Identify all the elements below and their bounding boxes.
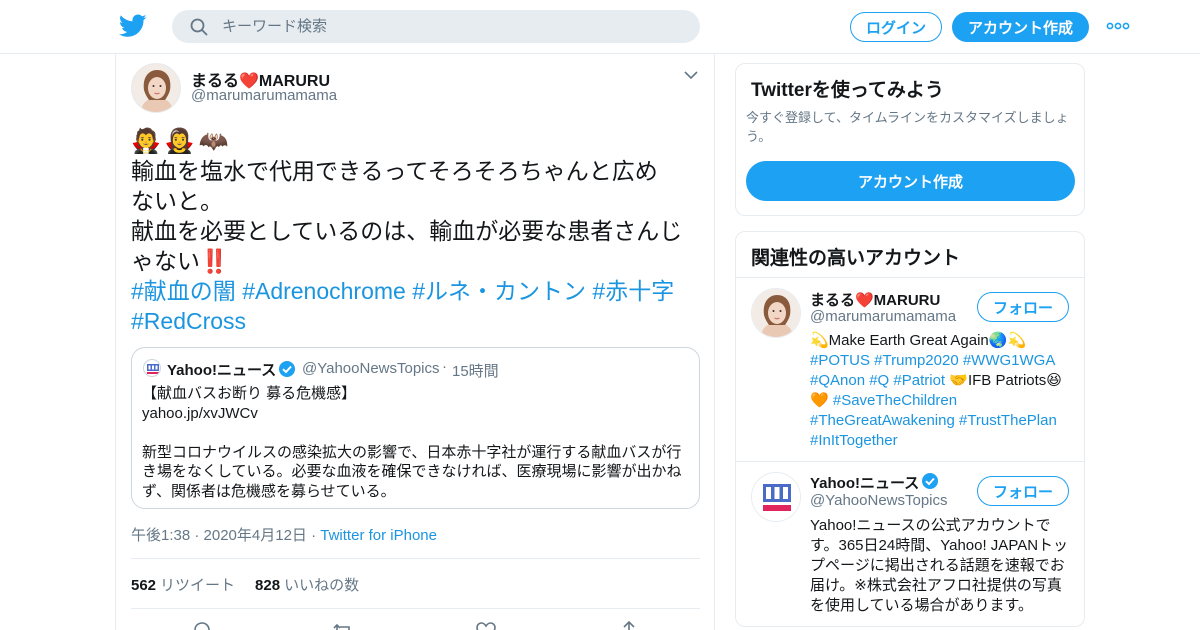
bio-line: プページに掲出される話題を速報でお [810, 557, 1065, 574]
bio-hashtags[interactable]: #POTUS #Trump2020 #WWG1WGA [810, 351, 1074, 371]
bio-hashtags[interactable]: #TheGreatAwakening #TrustThePlan [810, 411, 1074, 431]
related-accounts-title: 関連性の高いアカウント [751, 248, 961, 269]
yahoo-news-logo-icon [147, 364, 159, 374]
search-bar[interactable] [172, 10, 700, 43]
related-account-avatar[interactable] [751, 288, 801, 338]
like-heart-icon[interactable] [475, 620, 497, 630]
login-button[interactable]: ログイン [850, 12, 942, 42]
bat-emoji: 🦇 [198, 128, 229, 155]
related-account-name[interactable]: Yahoo!ニュース [810, 472, 919, 493]
tweet-timestamp[interactable]: 午後1:38 · 2020年4月12日 · [131, 527, 320, 544]
hashtag-link[interactable]: #Adrenochrome [242, 278, 406, 304]
bio-line: Yahoo!ニュースの公式アカウントで [810, 517, 1051, 534]
divider [131, 608, 700, 609]
bio-line: 💫Make Earth Great Again🌏💫 [810, 332, 1027, 349]
quoted-tweet-body: 【献血バスお断り 募る危機感】 yahoo.jp/xvJWCv 新型コロナウイル… [142, 384, 690, 501]
retweet-icon[interactable] [332, 620, 354, 630]
quoted-author-name: Yahoo!ニュース [167, 362, 277, 379]
divider [736, 277, 1084, 278]
tweet-text-line: 輸血を塩水で代用できるってそろそろちゃんと広め [131, 158, 658, 184]
quoted-timestamp: 15時間 [452, 363, 499, 380]
tweet-text-line: ゃない‼️ [131, 246, 706, 276]
top-navigation-bar: ログイン アカウント作成 [0, 0, 1200, 54]
quoted-line: ず、関係者は危機感を募らせている。 [142, 482, 396, 500]
related-accounts-card: 関連性の高いアカウント まるる❤️MARURU @marumarumamama … [735, 231, 1085, 627]
try-twitter-title: Twitterを使ってみよう [751, 80, 944, 101]
author-handle[interactable]: @marumarumamama [191, 87, 337, 104]
follow-button[interactable]: フォロー [977, 292, 1069, 322]
search-icon [190, 18, 208, 36]
related-account-bio: Yahoo!ニュースの公式アカウントで す。365日24時間、Yahoo! JA… [810, 516, 1074, 616]
bio-hashtags[interactable]: #InItTogether [810, 431, 1074, 451]
related-account-bio: 💫Make Earth Great Again🌏💫 #POTUS #Trump2… [810, 331, 1074, 451]
twitter-bird-icon[interactable] [119, 13, 147, 39]
try-twitter-description: 今すぐ登録して、タイムラインをカスタマイズしましょう。 [746, 110, 1069, 144]
yahoo-news-logo-icon [752, 473, 800, 521]
hashtag-line: #RedCross [131, 306, 706, 336]
quoted-line: 【献血バスお断り 募る危機感】 [142, 385, 357, 402]
divider [131, 558, 700, 559]
author-avatar[interactable] [131, 63, 181, 113]
tweet-text: 輸血を塩水で代用できるってそろそろちゃんと広め ないと。 献血を必要としているの… [131, 156, 706, 336]
bio-line: す。365日24時間、Yahoo! JAPANトッ [810, 537, 1069, 554]
bio-hashtags[interactable]: #SaveTheChildren [833, 392, 957, 409]
share-icon[interactable] [618, 620, 640, 630]
hashtag-link[interactable]: #RedCross [131, 308, 246, 334]
chevron-down-icon[interactable] [683, 69, 699, 81]
related-account-handle[interactable]: @YahooNewsTopics [810, 492, 948, 509]
reply-icon[interactable] [191, 620, 213, 630]
retweet-count[interactable]: 562 リツイート [131, 574, 235, 595]
double-exclamation-emoji: ‼️ [200, 248, 229, 274]
tweet-source-link[interactable]: Twitter for iPhone [320, 527, 437, 544]
bio-line: を使用している場合があります。 [810, 597, 1034, 614]
female-vampire-emoji: 🧛‍♀️ [164, 128, 195, 155]
tweet-text-segment: ゃない [131, 248, 200, 274]
vampire-emoji: 🧛 [131, 128, 161, 155]
tweet-metadata: 午後1:38 · 2020年4月12日 · Twitter for iPhone [131, 524, 437, 545]
hashtag-link[interactable]: #献血の闇 [131, 278, 236, 304]
bio-line: 🧡 #SaveTheChildren [810, 391, 1074, 411]
related-account-handle[interactable]: @marumarumamama [810, 308, 956, 325]
tweet-emojis: 🧛 🧛‍♀️ 🦇 [131, 128, 229, 156]
quoted-line: 新型コロナウイルスの感染拡大の影響で、日本赤十字社が運行する献血バスが行 [142, 443, 682, 461]
retweet-count-label: リツイート [160, 577, 236, 594]
search-input[interactable] [222, 10, 682, 43]
tweet-stats: 562 リツイート 828 いいねの数 [131, 574, 359, 595]
quoted-author-avatar [143, 359, 161, 377]
verified-badge-icon [922, 473, 938, 489]
like-count[interactable]: 828 いいねの数 [255, 574, 359, 595]
avatar-portrait [132, 64, 180, 112]
retweet-count-value: 562 [131, 577, 157, 594]
bio-text: 🤝IFB Patriots😆 [945, 372, 1062, 389]
tweet-column: まるる❤️MARURU @marumarumamama 🧛 🧛‍♀️ 🦇 輸血を… [115, 54, 715, 630]
more-options-icon[interactable] [1106, 22, 1130, 30]
hashtag-link[interactable]: #赤十字 [592, 278, 674, 304]
related-account-name[interactable]: まるる❤️MARURU [810, 289, 940, 310]
follow-button[interactable]: フォロー [977, 476, 1069, 506]
quoted-author-handle: @YahooNewsTopics [302, 360, 440, 377]
verified-badge-icon [279, 361, 295, 377]
sidebar-signup-button[interactable]: アカウント作成 [746, 161, 1075, 201]
bio-line: #QAnon #Q #Patriot 🤝IFB Patriots😆 [810, 371, 1074, 391]
avatar-portrait [752, 289, 800, 337]
tweet-text-line: ないと。 [131, 188, 223, 214]
try-twitter-card: Twitterを使ってみよう 今すぐ登録して、タイムラインをカスタマイズしましょ… [735, 63, 1085, 216]
signup-button[interactable]: アカウント作成 [952, 12, 1089, 42]
bio-hashtags[interactable]: #QAnon #Q #Patriot [810, 372, 945, 389]
tweet-text-line: 献血を必要としているのは、輸血が必要な患者さんじ [131, 218, 683, 244]
quoted-line [142, 423, 690, 443]
quoted-tweet[interactable]: Yahoo!ニュース @YahooNewsTopics · 15時間 【献血バス… [131, 347, 700, 509]
like-count-label: いいねの数 [284, 577, 360, 594]
hashtag-line: #献血の闇 #Adrenochrome #ルネ・カントン #赤十字 [131, 276, 706, 306]
quoted-line: き場をなくしている。必要な血液を確保できなければ、医療現場に影響が出かね [142, 463, 682, 480]
like-count-value: 828 [255, 577, 281, 594]
divider [736, 461, 1084, 462]
hashtag-link[interactable]: #ルネ・カントン [412, 278, 586, 304]
separator-dot: · [442, 358, 447, 375]
quoted-line: yahoo.jp/xvJWCv [142, 404, 258, 422]
bio-line: 届け。※株式会社アフロ社提供の写真 [810, 577, 1062, 594]
related-account-avatar[interactable] [751, 472, 801, 522]
bio-text: 🧡 [810, 392, 833, 409]
